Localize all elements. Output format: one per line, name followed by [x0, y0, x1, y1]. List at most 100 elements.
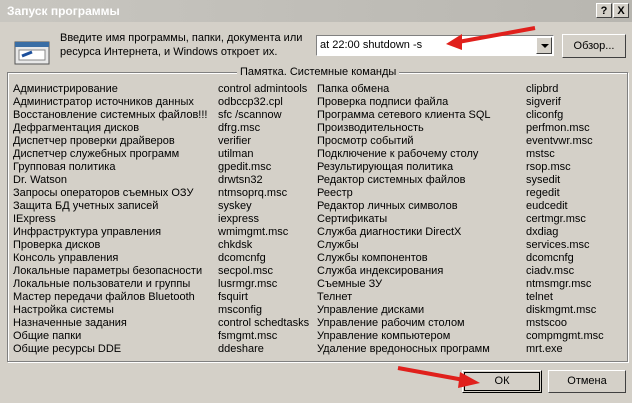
command-list-item: mstscoo	[526, 317, 567, 329]
command-list-item: Результирующая политика	[317, 161, 454, 173]
command-list-item: Подключение к рабочему столу	[317, 148, 479, 160]
command-list-item: dfrg.msc	[218, 122, 261, 134]
command-list-item: Диспетчер служебных программ	[13, 148, 180, 160]
command-list-item: diskmgmt.msc	[526, 304, 597, 316]
command-list-item: compmgmt.msc	[526, 330, 604, 342]
command-list-item: Программа сетевого клиента SQL	[317, 109, 491, 121]
command-list-item: Проверка дисков	[13, 239, 101, 251]
command-list-item: fsmgmt.msc	[218, 330, 278, 342]
command-list-item: mrt.exe	[526, 343, 563, 355]
command-list-item: Сертификаты	[317, 213, 388, 225]
command-list-item: Проверка подписи файла	[317, 96, 449, 108]
command-list-item: Службы	[317, 239, 359, 251]
command-list-item: dxdiag	[526, 226, 559, 238]
command-list-item: sigverif	[526, 96, 561, 108]
command-list-item: Управление рабочим столом	[317, 317, 465, 329]
command-list-item: Управление компьютером	[317, 330, 451, 342]
command-list-item: dcomcnfg	[526, 252, 574, 264]
command-list-item: ddeshare	[218, 343, 264, 355]
window-title: Запуск программы	[7, 4, 120, 18]
command-list-item: ntmsmgr.msc	[526, 278, 592, 290]
command-list-item: verifier	[218, 135, 252, 147]
command-list-item: utilman	[218, 148, 254, 160]
column-commands-1: control admintools odbccp32.cpl sfc /scann…	[218, 83, 309, 356]
command-list-item: chkdsk	[218, 239, 253, 251]
title-bar[interactable]: Запуск программы ? X	[0, 0, 632, 22]
command-list-item: eudcedit	[526, 200, 568, 212]
command-list-item: dcomcnfg	[218, 252, 266, 264]
command-input[interactable]: at 22:00 shutdown -s	[320, 39, 422, 51]
close-button[interactable]: X	[613, 3, 629, 18]
command-list-item: Общие ресурсы DDE	[13, 343, 122, 355]
command-list-item: Производительность	[317, 122, 424, 134]
browse-button[interactable]: Обзор...	[562, 34, 626, 58]
command-list-item: ciadv.msc	[526, 265, 575, 277]
command-list-item: control schedtasks	[218, 317, 310, 329]
command-list-item: Настройка системы	[13, 304, 114, 316]
command-list-item: Назначенные задания	[13, 317, 127, 329]
command-list-item: sysedit	[526, 174, 561, 186]
command-list-item: Службы компонентов	[317, 252, 428, 264]
command-list-item: Администратор источников данных	[13, 96, 194, 108]
commands-group: Памятка. Системные команды Администриров…	[7, 66, 628, 362]
command-list-item: ntmsoprq.msc	[218, 187, 288, 199]
command-list-item: odbccp32.cpl	[218, 96, 283, 108]
command-list-item: Управление дисками	[317, 304, 425, 316]
cancel-button[interactable]: Отмена	[548, 370, 626, 393]
command-list-item: Защита БД учетных записей	[13, 200, 159, 212]
command-list-item: Восстановление системных файлов!!!	[13, 109, 208, 121]
command-list-item: Удаление вредоносных программ	[317, 343, 490, 355]
command-list-item: Администрирование	[13, 83, 118, 95]
help-button[interactable]: ?	[596, 3, 612, 18]
command-list-item: telnet	[526, 291, 553, 303]
command-list-item: eventvwr.msc	[526, 135, 593, 147]
command-list-item: Диспетчер проверки драйверов	[13, 135, 175, 147]
command-list-item: Служба индексирования	[317, 265, 444, 277]
command-list-item: rsop.msc	[526, 161, 571, 173]
command-list-item: lusrmgr.msc	[218, 278, 278, 290]
command-list-item: mstsc	[526, 148, 555, 160]
command-list-item: fsquirt	[218, 291, 248, 303]
group-title: Памятка. Системные команды	[237, 66, 400, 78]
command-list-item: Инфраструктура управления	[13, 226, 162, 238]
command-list-item: Мастер передачи файлов Bluetooth	[13, 291, 195, 303]
arrow-to-ok	[397, 366, 480, 388]
command-list-item: Папка обмена	[317, 83, 390, 95]
command-list-item: Запросы операторов съемных ОЗУ	[13, 187, 194, 199]
command-list-item: Консоль управления	[13, 252, 119, 264]
command-list-item: certmgr.msc	[526, 213, 586, 225]
prompt-text: Введите имя программы, папки, документа …	[60, 32, 303, 58]
command-list-item: Съемные ЗУ	[317, 278, 383, 290]
column-names-2: Папка обмена Проверка подписи файла Програ…	[317, 83, 491, 356]
command-list-item: Телнет	[317, 291, 353, 303]
command-list-item: wmimgmt.msc	[218, 226, 289, 238]
command-list-item: Групповая политика	[13, 161, 116, 173]
command-list-item: Дефрагментация дисков	[13, 122, 140, 134]
command-list-item: cliconfg	[526, 109, 564, 121]
command-list-item: perfmon.msc	[526, 122, 590, 134]
command-list-item: Редактор личных символов	[317, 200, 458, 212]
command-list-item: secpol.msc	[218, 265, 274, 277]
command-list-item: msconfig	[218, 304, 263, 316]
command-list-item: Общие папки	[13, 330, 82, 342]
command-list-item: iexpress	[218, 213, 259, 225]
command-list-item: sfc /scannow	[218, 109, 282, 121]
column-names-1: Администрирование Администратор источнико…	[13, 83, 207, 356]
command-list-item: Редактор системных файлов	[317, 174, 466, 186]
command-list-item: drwtsn32	[218, 174, 263, 186]
command-list-item: Dr. Watson	[13, 174, 67, 186]
command-list-item: control admintools	[218, 83, 308, 95]
command-list-item: services.msc	[526, 239, 590, 251]
command-list-item: IExpress	[13, 213, 56, 225]
command-list-item: syskey	[218, 200, 252, 212]
command-list-item: regedit	[526, 187, 560, 199]
command-list-item: gpedit.msc	[218, 161, 272, 173]
command-list-item: clipbrd	[526, 83, 559, 95]
command-list-item: Локальные параметры безопасности	[13, 265, 203, 277]
column-commands-2: clipbrd sigverif cliconfg perfmon.msc eventv…	[526, 83, 604, 356]
run-icon	[14, 41, 50, 65]
command-list-item: Просмотр событий	[317, 135, 414, 147]
arrow-to-command	[446, 26, 536, 50]
command-list-item: Реестр	[317, 187, 353, 199]
command-list-item: Локальные пользователи и группы	[13, 278, 191, 290]
